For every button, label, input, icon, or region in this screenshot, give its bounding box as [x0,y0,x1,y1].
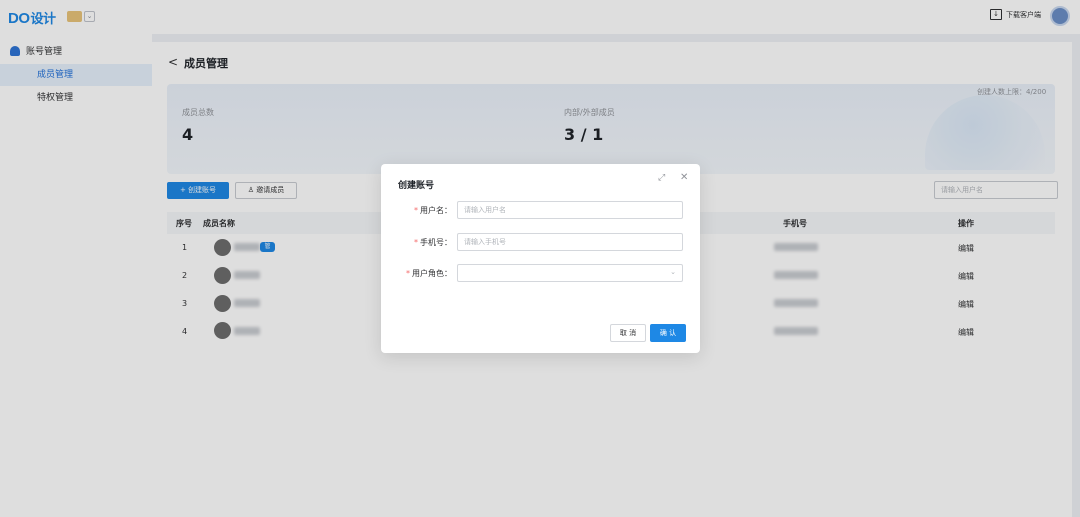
create-account-dialog: 创建账号 ⤢ ✕ *用户名： *手机号： *用户角色： ⌄ 取 消 确 认 [381,164,700,353]
phone-label: * 手机号： [382,237,452,248]
dialog-title: 创建账号 [398,181,435,191]
chevron-down-icon: ⌄ [670,268,676,276]
close-icon[interactable]: ✕ [680,172,688,183]
phone-input[interactable] [457,233,683,251]
required-mark: * [406,269,410,278]
required-mark: * [414,206,418,215]
username-input[interactable] [457,201,683,219]
phone-label-text: 手机号： [420,238,452,247]
required-mark: * [414,238,418,247]
role-select[interactable]: ⌄ [457,264,683,282]
username-label-text: 用户名： [420,206,452,215]
role-label-text: 用户角色： [412,269,452,278]
username-label: * 用户名： [382,205,452,216]
role-label: * 用户角色： [382,268,452,279]
expand-icon[interactable]: ⤢ [658,173,665,183]
confirm-button[interactable]: 确 认 [650,324,686,342]
cancel-button[interactable]: 取 消 [610,324,646,342]
